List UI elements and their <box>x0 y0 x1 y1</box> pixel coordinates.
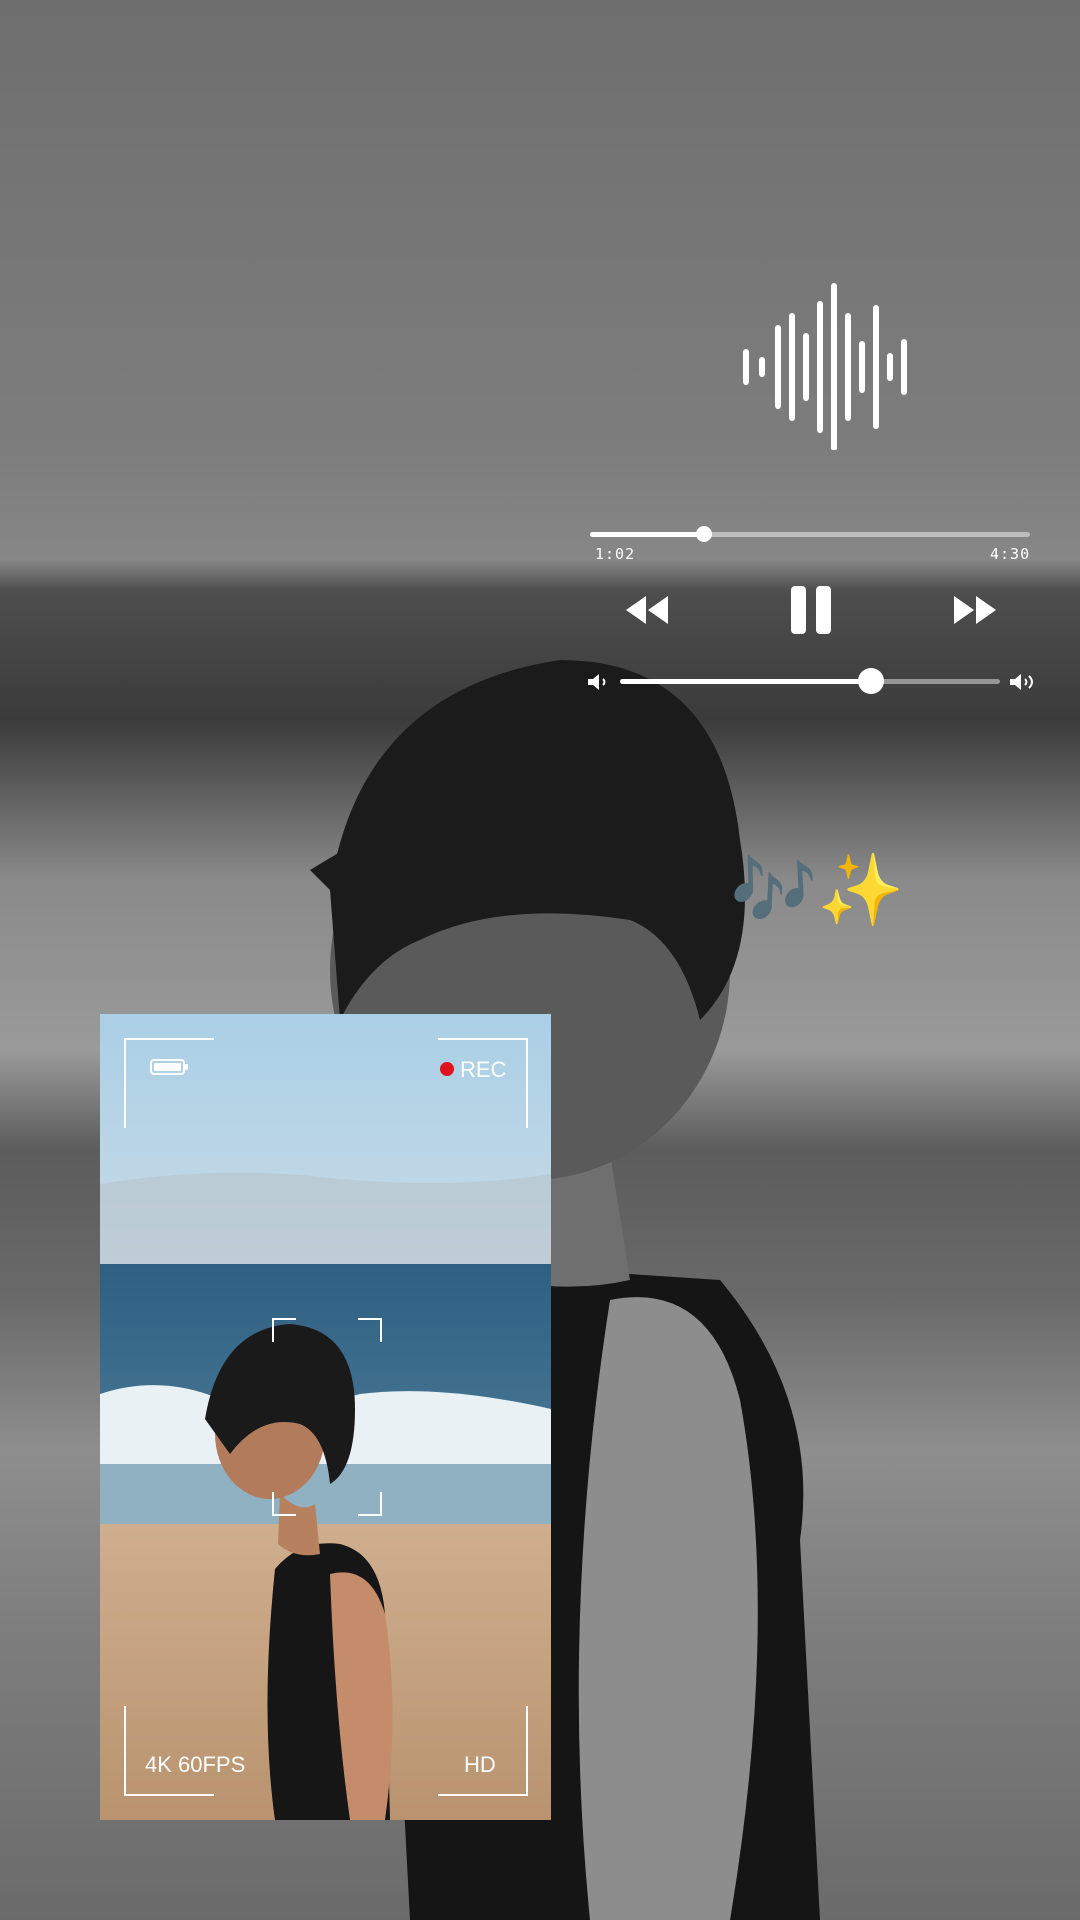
pause-icon <box>791 586 831 634</box>
focus-corner-top-left <box>272 1318 296 1342</box>
fast-forward-button[interactable] <box>950 590 1000 630</box>
volume-low-icon[interactable] <box>586 671 610 693</box>
battery-icon <box>150 1059 188 1075</box>
total-time: 4:30 <box>990 545 1031 563</box>
pause-button[interactable] <box>788 584 834 636</box>
rewind-icon <box>626 596 668 624</box>
frame-corner-bottom-left <box>124 1706 214 1796</box>
elapsed-time: 1:02 <box>595 545 636 563</box>
rec-dot <box>440 1062 454 1076</box>
waveform-icon <box>743 283 907 450</box>
rewind-button[interactable] <box>622 590 672 630</box>
progress-slider[interactable] <box>590 526 1030 542</box>
emoji-sticker: 🎶✨ <box>730 851 905 929</box>
focus-corner-top-right <box>358 1318 382 1342</box>
volume-high-icon[interactable] <box>1008 671 1036 693</box>
frame-corner-bottom-right <box>438 1706 528 1796</box>
frame-corner-top-right <box>438 1038 528 1128</box>
format-label: 4K 60FPS <box>145 1752 246 1777</box>
fast-forward-icon <box>954 596 996 624</box>
focus-corner-bottom-left <box>272 1492 296 1516</box>
focus-corner-bottom-right <box>358 1492 382 1516</box>
progress-fill <box>590 532 705 537</box>
volume-slider[interactable] <box>620 668 1000 694</box>
rec-label: REC <box>460 1057 507 1082</box>
volume-knob[interactable] <box>857 668 884 694</box>
camera-photo-inset <box>100 1014 551 1820</box>
frame-corner-top-left <box>124 1038 214 1128</box>
volume-fill <box>620 679 871 684</box>
quality-label: HD <box>464 1752 496 1777</box>
